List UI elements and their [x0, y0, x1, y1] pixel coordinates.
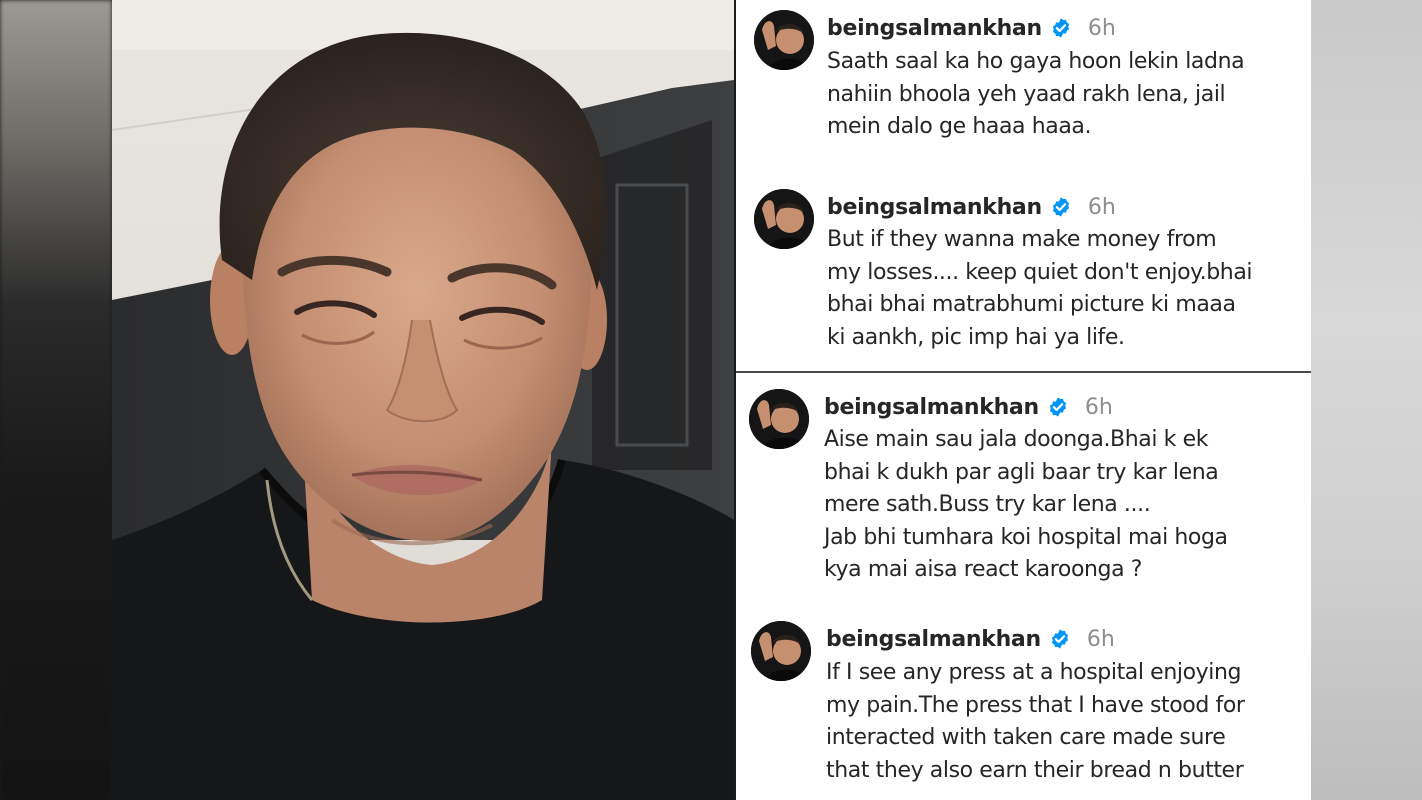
timestamp: 6h [1084, 394, 1113, 420]
comment-line: bhai k dukh par agli baar try kar lena [824, 459, 1219, 485]
comment-line: my losses.... keep quiet don't enjoy.bha… [827, 259, 1253, 285]
selfie-photo [112, 0, 734, 800]
username[interactable]: beingsalmankhan [824, 395, 1039, 420]
comment-line: nahiin bhoola yeh yaad rakh lena, jail [827, 81, 1226, 107]
comment-line: mein dalo ge haaa haaa. [827, 114, 1092, 139]
username[interactable]: beingsalmankhan [827, 16, 1042, 41]
comment-text: But if they wanna make money from my los… [827, 224, 1297, 354]
timestamp: 6h [1087, 15, 1116, 41]
verified-badge-icon [1047, 396, 1069, 418]
comment-text: Aise main sau jala doonga.Bhai k ek bhai… [824, 424, 1294, 587]
verified-badge-icon [1050, 196, 1072, 218]
comment-line: Saath saal ka ho gaya hoon lekin ladna [827, 49, 1245, 74]
comment-text: Saath saal ka ho gaya hoon lekin ladna n… [827, 46, 1297, 144]
blurred-background-right [1311, 0, 1422, 800]
comment-text: If I see any press at a hospital enjoyin… [826, 657, 1296, 787]
comment-line: interacted with taken care made sure [826, 725, 1226, 750]
comment-line: that they also earn their bread n butter [826, 757, 1244, 783]
profile-avatar[interactable] [754, 189, 814, 249]
comment-line: mere sath.Buss try kar lena .... [824, 492, 1151, 517]
comment-header: beingsalmankhan 6h [827, 13, 1116, 43]
profile-avatar[interactable] [751, 621, 811, 681]
verified-badge-icon [1049, 628, 1071, 650]
comment-line: ki aankh, pic imp hai ya life. [827, 324, 1125, 350]
comment-line: Jab bhi tumhara koi hospital mai hoga [824, 524, 1228, 550]
username[interactable]: beingsalmankhan [827, 195, 1042, 220]
username[interactable]: beingsalmankhan [826, 627, 1041, 652]
profile-avatar[interactable] [749, 389, 809, 449]
timestamp: 6h [1086, 626, 1115, 652]
comment-header: beingsalmankhan 6h [826, 624, 1115, 654]
verified-badge-icon [1050, 17, 1072, 39]
comment-line: kya mai aisa react karoonga ? [824, 557, 1143, 582]
comment-header: beingsalmankhan 6h [827, 192, 1116, 222]
comment-line: bhai bhai matrabhumi picture ki maaa [827, 292, 1236, 317]
profile-avatar[interactable] [754, 10, 814, 70]
screenshot-divider [736, 371, 1311, 373]
comment-header: beingsalmankhan 6h [824, 392, 1113, 422]
comment-line: If I see any press at a hospital enjoyin… [826, 660, 1242, 685]
comment-line: But if they wanna make money from [827, 227, 1217, 252]
blurred-background-left [0, 0, 112, 800]
comment-line: my pain.The press that I have stood for [826, 692, 1245, 718]
comment-line: Aise main sau jala doonga.Bhai k ek [824, 427, 1209, 452]
comments-panel: beingsalmankhan 6h Saath saal ka ho gaya… [736, 0, 1311, 800]
timestamp: 6h [1087, 194, 1116, 220]
